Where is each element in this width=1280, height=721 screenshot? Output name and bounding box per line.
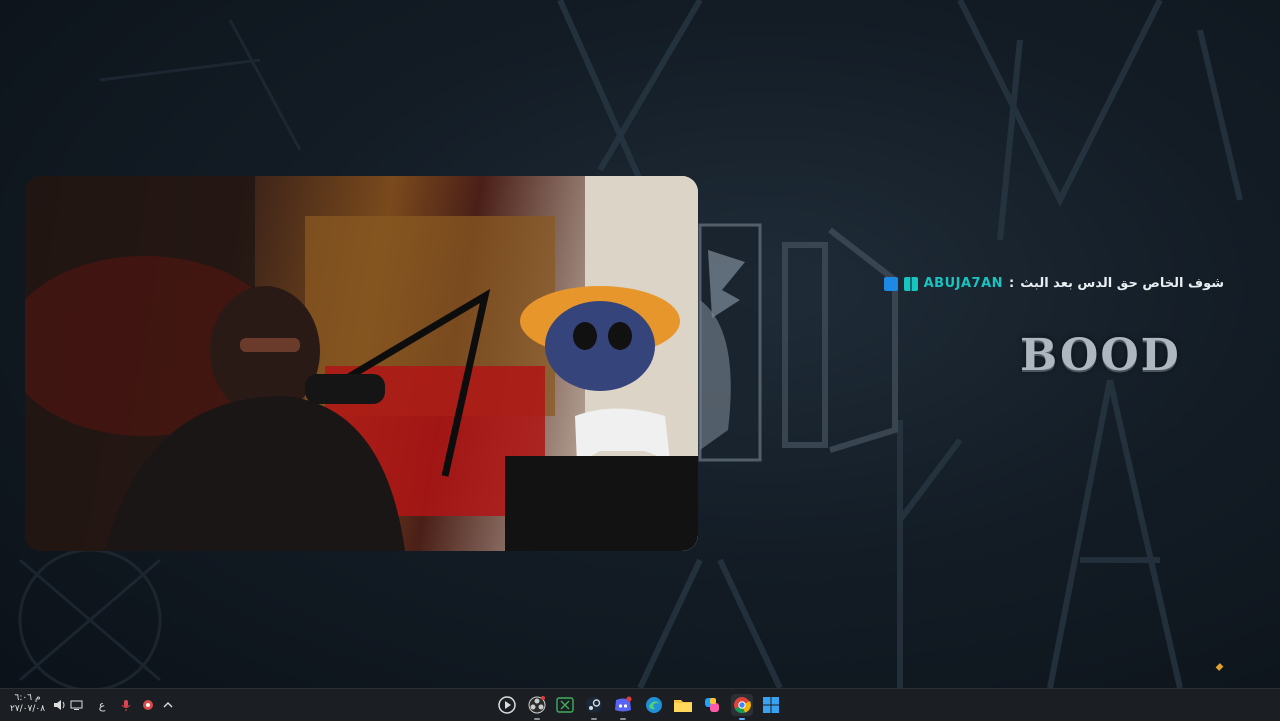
- switch-badge-icon: [903, 276, 918, 291]
- clock-date: ٢٧/٠٧/٠٨: [10, 704, 46, 714]
- edge-icon[interactable]: [643, 694, 665, 716]
- webcam-scene: [25, 176, 698, 551]
- discord-icon[interactable]: [612, 694, 634, 720]
- media-player-icon[interactable]: [496, 694, 518, 716]
- obs-icon[interactable]: [526, 694, 548, 720]
- bood-logo: BOOD: [1020, 330, 1181, 381]
- chat-text: شوف الخاص حق الدس بعد البث: [1020, 276, 1224, 291]
- folder-icon[interactable]: [672, 694, 694, 716]
- chrome-icon[interactable]: [731, 694, 753, 720]
- clock-time: م ٦:٠٦: [14, 693, 41, 703]
- recording-app-icon[interactable]: [140, 697, 156, 713]
- windows-start-icon[interactable]: [760, 694, 782, 716]
- network-icon[interactable]: [68, 697, 84, 713]
- microphone-icon[interactable]: [118, 697, 134, 713]
- taskbar: م ٦:٠٦ ٢٧/٠٧/٠٨ ع: [0, 688, 1280, 721]
- chevron-up-icon[interactable]: [160, 697, 176, 713]
- broadcaster-badge-icon: [883, 276, 898, 291]
- chat-separator: :: [1009, 276, 1015, 291]
- steam-icon[interactable]: [583, 694, 605, 720]
- chat-username: ABUJA7AN: [923, 276, 1004, 291]
- webcam-feed: [25, 176, 698, 551]
- xbox-icon[interactable]: [554, 694, 576, 716]
- copilot-icon[interactable]: [701, 694, 723, 716]
- tray-clock[interactable]: م ٦:٠٦ ٢٧/٠٧/٠٨: [10, 693, 45, 715]
- volume-icon[interactable]: [52, 697, 68, 713]
- language-indicator[interactable]: ع: [94, 697, 110, 713]
- chat-message: ABUJA7AN : شوف الخاص حق الدس بعد البث: [883, 276, 1224, 291]
- crest-emblem: [698, 223, 898, 462]
